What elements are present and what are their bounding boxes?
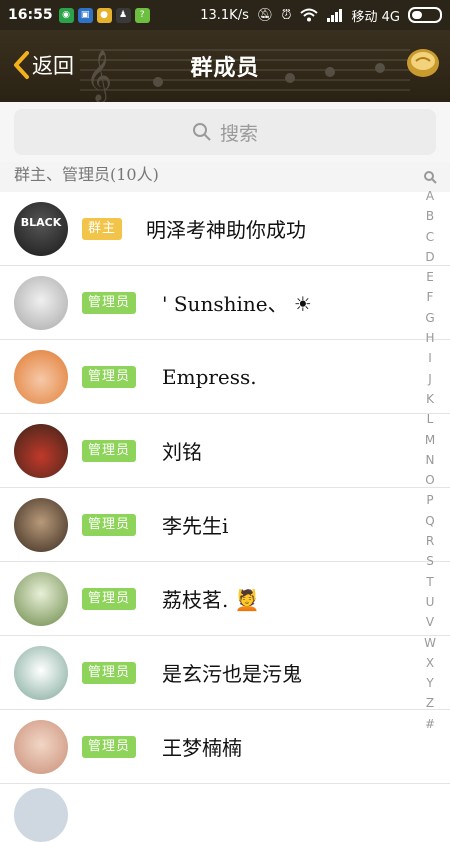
search-icon [192, 123, 211, 141]
member-name: 王梦楠楠 [162, 736, 242, 760]
mute-icon: 🔕︎ [256, 7, 274, 23]
index-letter[interactable]: D [424, 247, 436, 267]
index-letter[interactable]: I [424, 348, 436, 368]
game-app-icon: ● [96, 7, 112, 23]
battery-icon [408, 7, 442, 23]
status-bar: 16:55 ◉ ▣ ● ♟ ? 13.1K/s 🔕︎ ⏰︎ 移动 4G [0, 0, 450, 30]
notification-icons: ◉ ▣ ● ♟ ? [58, 7, 150, 23]
index-letter[interactable]: Z [424, 693, 436, 713]
index-letter[interactable]: G [424, 308, 436, 328]
member-row[interactable]: 管理员 Empress. [0, 340, 450, 414]
member-name: Empress. [162, 364, 257, 389]
avatar [14, 719, 68, 774]
index-letter[interactable]: H [424, 328, 436, 348]
index-letter[interactable]: T [424, 572, 436, 592]
member-row[interactable]: 管理员 王梦楠楠 [0, 710, 450, 784]
page-title: 群成员 [190, 55, 260, 81]
member-name: 刘铭 [162, 440, 202, 464]
avatar [14, 645, 68, 700]
member-name: 李先生i [162, 514, 229, 538]
admin-badge: 管理员 [82, 587, 137, 610]
member-name: 荔枝茗. 💆 [162, 588, 260, 612]
index-letter[interactable]: V [424, 612, 436, 632]
member-row[interactable]: 管理员 ' Sunshine、 ☀ [0, 266, 450, 340]
member-row[interactable]: BLACK 群主 明泽考神助你成功 [0, 192, 450, 266]
avatar [14, 349, 68, 404]
member-name: ' Sunshine、 ☀ [162, 292, 312, 316]
member-row[interactable]: 管理员 李先生i [0, 488, 450, 562]
member-list: BLACK 群主 明泽考神助你成功 管理员 ' Sunshine、 ☀ 管理员 … [0, 192, 450, 842]
section-header: 群主、管理员(10人) [0, 162, 450, 192]
coupon-app-icon: ? [134, 7, 150, 23]
index-letter[interactable]: C [424, 227, 436, 247]
index-letter[interactable]: M [424, 430, 436, 450]
admin-badge: 管理员 [82, 513, 137, 536]
status-time: 16:55 [8, 7, 53, 23]
index-letter[interactable]: N [424, 450, 436, 470]
member-row[interactable]: 管理员 刘铭 [0, 414, 450, 488]
member-row[interactable] [0, 784, 450, 842]
admin-badge: 管理员 [82, 365, 137, 388]
index-letter[interactable]: Y [424, 673, 436, 693]
avatar: BLACK [14, 201, 68, 256]
alphabet-index[interactable]: A B C D E F G H I J K L M N O P Q R S T U V W X Y Z # [420, 170, 440, 734]
index-letter[interactable]: F [424, 287, 436, 307]
index-letter[interactable]: W [424, 633, 436, 653]
member-name: 是玄污也是污鬼 [162, 662, 302, 686]
search-placeholder: 搜索 [219, 122, 258, 145]
index-letter[interactable]: X [424, 653, 436, 673]
index-letter[interactable]: J [424, 369, 436, 389]
avatar [14, 788, 68, 842]
index-letter[interactable]: O [424, 470, 436, 490]
admin-badge: 管理员 [82, 735, 137, 758]
network-speed: 13.1K/s [200, 7, 249, 23]
group-level-icon[interactable] [406, 46, 440, 80]
avatar [14, 571, 68, 626]
signal-icon [326, 9, 342, 22]
index-letter[interactable]: U [424, 592, 436, 612]
index-letter[interactable]: # [424, 714, 436, 734]
index-letter[interactable]: L [424, 409, 436, 429]
carrier-label: 移动 4G [351, 9, 400, 25]
index-letter[interactable]: R [424, 531, 436, 551]
avatar [14, 275, 68, 330]
search-area: 搜索 [0, 102, 450, 162]
wechat-app-icon: ◉ [58, 7, 74, 23]
admin-badge: 管理员 [82, 291, 137, 314]
admin-badge: 管理员 [82, 439, 137, 462]
index-letter[interactable]: Q [424, 511, 436, 531]
avatar [14, 497, 68, 552]
index-letter[interactable]: S [424, 551, 436, 571]
avatar [14, 423, 68, 478]
qq-app-icon: ♟ [115, 7, 131, 23]
member-row[interactable]: 管理员 是玄污也是污鬼 [0, 636, 450, 710]
weibo-app-icon: ▣ [77, 7, 93, 23]
owner-badge: 群主 [82, 217, 123, 240]
wifi-icon [299, 8, 318, 22]
member-name: 明泽考神助你成功 [146, 218, 306, 242]
search-input[interactable]: 搜索 [14, 109, 436, 155]
alarm-icon: ⏰︎ [281, 7, 292, 23]
index-letter[interactable]: A [424, 186, 436, 206]
index-letter[interactable]: P [424, 490, 436, 510]
index-letter[interactable]: E [424, 267, 436, 287]
index-letter[interactable]: B [424, 206, 436, 226]
admin-badge: 管理员 [82, 661, 137, 684]
index-letter[interactable]: K [424, 389, 436, 409]
member-row[interactable]: 管理员 荔枝茗. 💆 [0, 562, 450, 636]
index-search-icon[interactable] [423, 170, 437, 184]
title-bar: 𝄞 返回 群成员 [0, 30, 450, 102]
